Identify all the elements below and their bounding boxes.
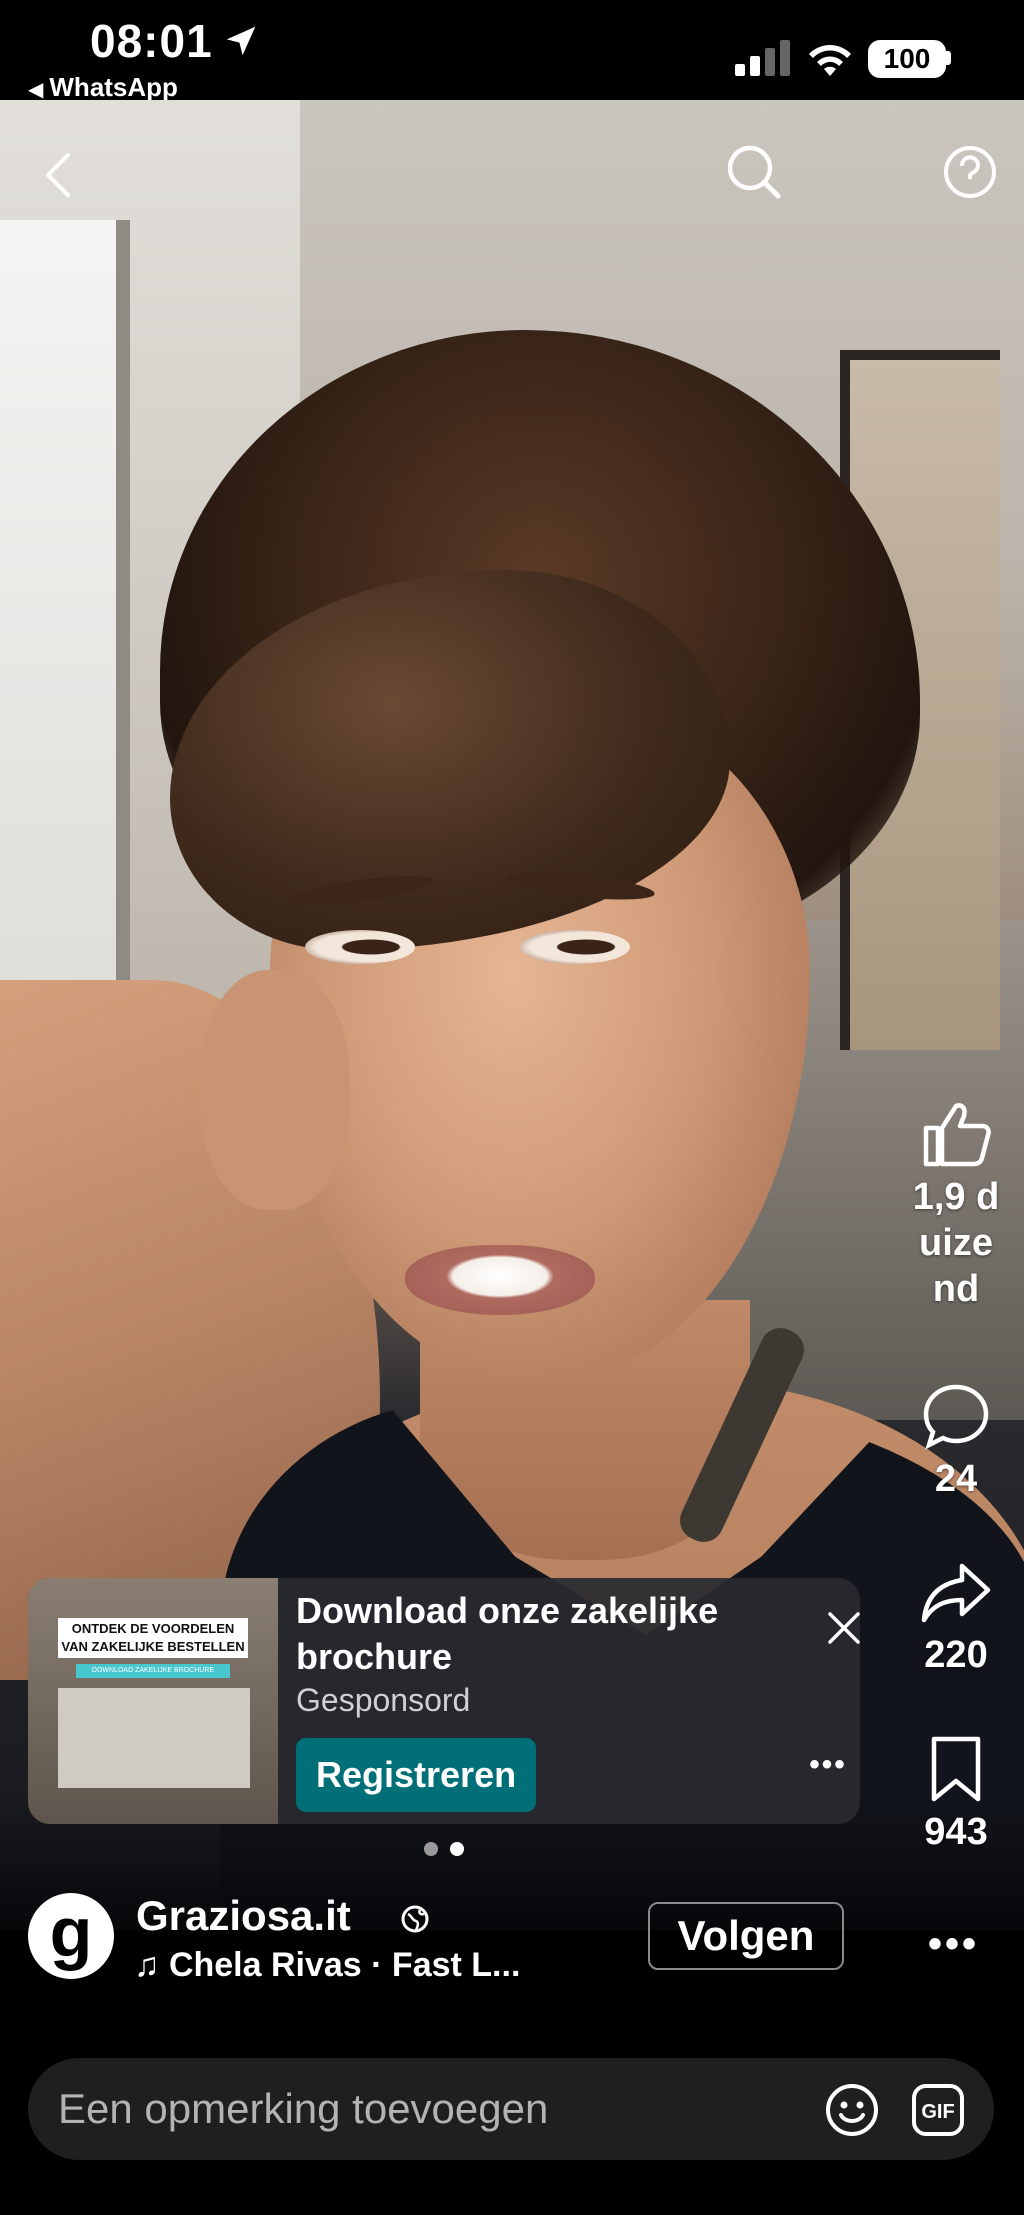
register-button[interactable]: Registreren xyxy=(296,1738,537,1812)
ad-sponsored-label: Gesponsord xyxy=(296,1682,471,1718)
emoji-icon[interactable] xyxy=(824,2082,880,2138)
more-options-icon[interactable]: ••• xyxy=(928,1922,979,1967)
wifi-icon xyxy=(809,45,851,76)
comment-button[interactable]: 24 xyxy=(905,1382,1007,1502)
like-button[interactable]: 1,9 duizend xyxy=(905,1100,1007,1312)
sponsored-ad-card[interactable]: ONTDEK DE VOORDELEN VAN ZAKELIJKE BESTEL… xyxy=(28,1578,860,1824)
share-button[interactable]: 220 xyxy=(905,1560,1007,1678)
comment-bar: GIF xyxy=(28,2058,994,2160)
chevron-left-icon[interactable] xyxy=(30,145,90,205)
subject-smile xyxy=(405,1245,595,1315)
save-button[interactable]: 943 xyxy=(905,1735,1007,1855)
save-count: 943 xyxy=(924,1811,988,1853)
status-time: 08:01 xyxy=(90,15,213,67)
left-eye xyxy=(305,930,415,964)
back-app-label: WhatsApp xyxy=(49,72,178,102)
back-to-app-link[interactable]: ◀ WhatsApp xyxy=(28,72,178,103)
right-eye xyxy=(520,930,630,964)
carousel-dot-active xyxy=(450,1842,464,1856)
comment-bubble-icon xyxy=(923,1384,989,1450)
question-icon[interactable] xyxy=(940,142,1000,202)
globe-icon xyxy=(401,1905,429,1933)
cellular-signal-icon xyxy=(735,40,790,76)
close-icon[interactable] xyxy=(820,1604,860,1652)
battery-indicator: 100 xyxy=(868,40,946,78)
ad-thumb-button: DOWNLOAD ZAKELIJKE BROCHURE xyxy=(76,1664,230,1678)
author-avatar[interactable]: g xyxy=(28,1893,114,1979)
back-triangle-icon: ◀ xyxy=(28,79,44,101)
subject-hand xyxy=(200,970,350,1210)
carousel-dots xyxy=(424,1842,464,1856)
svg-text:GIF: GIF xyxy=(921,2101,954,2123)
like-count: 1,9 duizend xyxy=(912,1176,1000,1310)
follow-button[interactable]: Volgen xyxy=(648,1902,844,1970)
share-count: 220 xyxy=(924,1634,988,1676)
thumbs-up-icon xyxy=(923,1103,991,1167)
ad-thumbnail[interactable]: ONTDEK DE VOORDELEN VAN ZAKELIJKE BESTEL… xyxy=(28,1578,278,1824)
ad-title[interactable]: Download onze zakelijke brochure xyxy=(296,1588,796,1680)
comment-input[interactable] xyxy=(58,2058,838,2160)
ad-thumb-headline-2: VAN ZAKELIJKE BESTELLEN xyxy=(58,1636,248,1658)
gif-icon[interactable]: GIF xyxy=(910,2082,966,2138)
status-bar: 08:01 ◀ WhatsApp 100 xyxy=(0,0,1024,103)
comment-count: 24 xyxy=(934,1458,978,1500)
share-arrow-icon xyxy=(921,1563,991,1623)
ad-thumb-doc-left xyxy=(58,1688,154,1788)
location-arrow-icon xyxy=(226,26,256,56)
bookmark-icon xyxy=(931,1736,981,1802)
author-name[interactable]: Graziosa.it xyxy=(136,1892,351,1940)
search-icon[interactable] xyxy=(724,142,784,202)
battery-tip xyxy=(946,51,951,65)
ad-more-options-icon[interactable]: ••• xyxy=(798,1748,858,1781)
audio-track-label[interactable]: ♫ Chela Rivas · Fast L... xyxy=(134,1946,520,1985)
carousel-dot xyxy=(424,1842,438,1856)
ad-thumb-doc-right xyxy=(154,1688,250,1788)
